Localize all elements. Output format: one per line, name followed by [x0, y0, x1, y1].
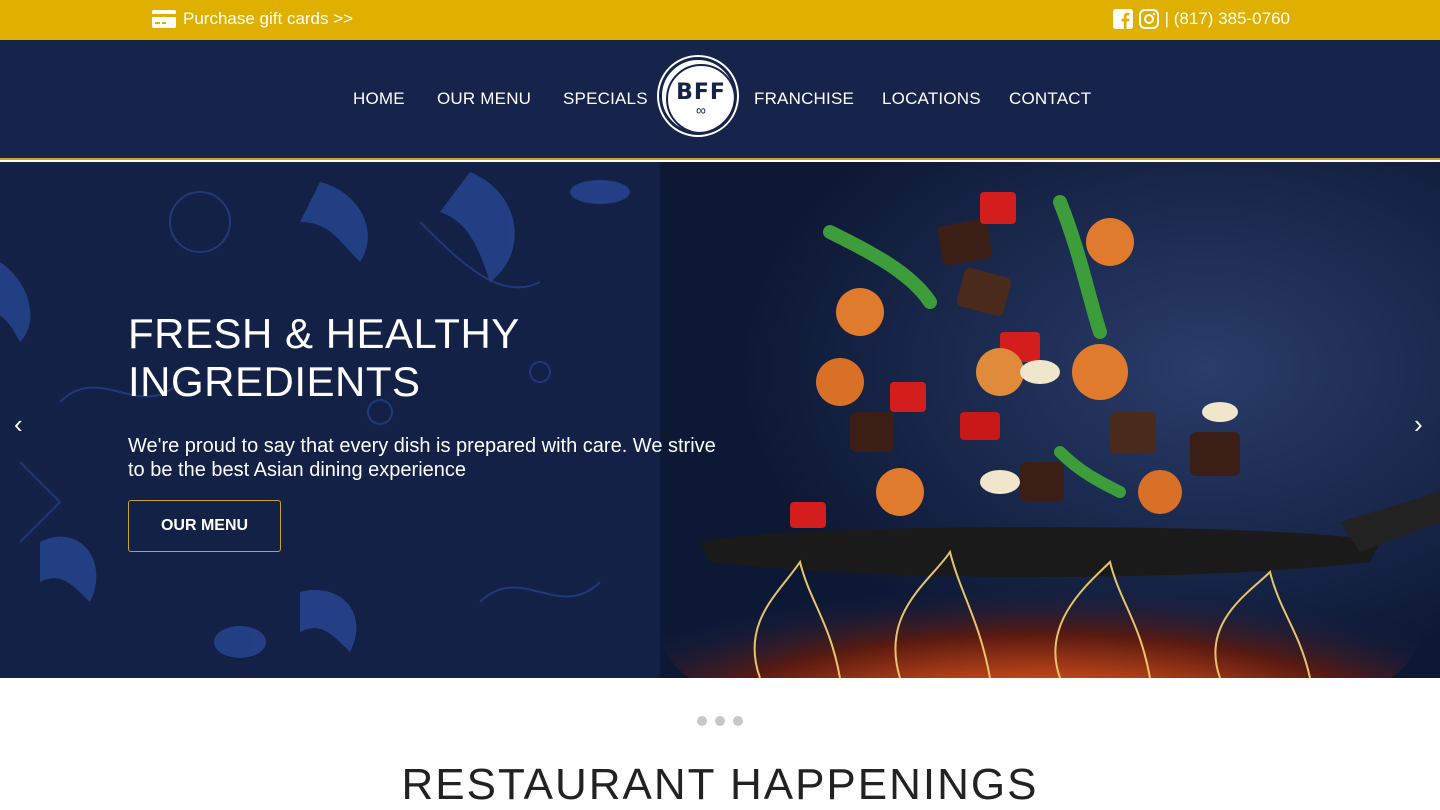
section-title: RESTAURANT HAPPENINGS [401, 760, 1039, 809]
carousel-dot-3[interactable] [733, 716, 743, 726]
nav-item-home[interactable]: HOME [353, 89, 405, 109]
hero-title-line-1: FRESH & HEALTHY [128, 310, 520, 357]
carousel-indicators [697, 716, 743, 726]
hero-description: We're proud to say that every dish is pr… [128, 435, 716, 481]
facebook-icon[interactable] [1112, 9, 1133, 29]
phone-number[interactable]: | (817) 385-0760 [1165, 9, 1290, 29]
top-bar: Purchase gift cards >> | (817) 385-0760 [0, 0, 1440, 40]
logo-ring: BFF ∞ [666, 64, 736, 134]
nav-item-franchise[interactable]: FRANCHISE [754, 89, 854, 109]
logo-text: BFF [676, 80, 726, 105]
nav-item-locations[interactable]: LOCATIONS [882, 89, 981, 109]
prev-slide-arrow[interactable]: ‹ [14, 411, 23, 437]
gift-card-label: Purchase gift cards >> [183, 9, 354, 28]
bff-logo[interactable]: BFF ∞ [659, 57, 737, 135]
next-slide-arrow[interactable]: › [1414, 411, 1423, 437]
hero-title: FRESH & HEALTHY INGREDIENTS [128, 310, 728, 406]
carousel-dot-1[interactable] [697, 716, 707, 726]
credit-card-icon [152, 10, 176, 28]
contact-strip: | (817) 385-0760 [1112, 9, 1290, 29]
nav-item-specials[interactable]: SPECIALS [563, 89, 648, 109]
our-menu-button[interactable]: OUR MENU [128, 500, 281, 552]
nav-item-contact[interactable]: CONTACT [1009, 89, 1091, 109]
gift-card-link[interactable]: Purchase gift cards >> [152, 9, 353, 29]
instagram-icon[interactable] [1138, 9, 1159, 29]
hero-background-image [0, 162, 1440, 678]
carousel-dot-2[interactable] [715, 716, 725, 726]
hero-slider: FRESH & HEALTHY INGREDIENTS We're proud … [0, 162, 1440, 678]
nav-item-our-menu[interactable]: OUR MENU [437, 89, 531, 109]
infinity-icon: ∞ [696, 102, 706, 118]
hero-title-line-2: INGREDIENTS [128, 358, 421, 405]
